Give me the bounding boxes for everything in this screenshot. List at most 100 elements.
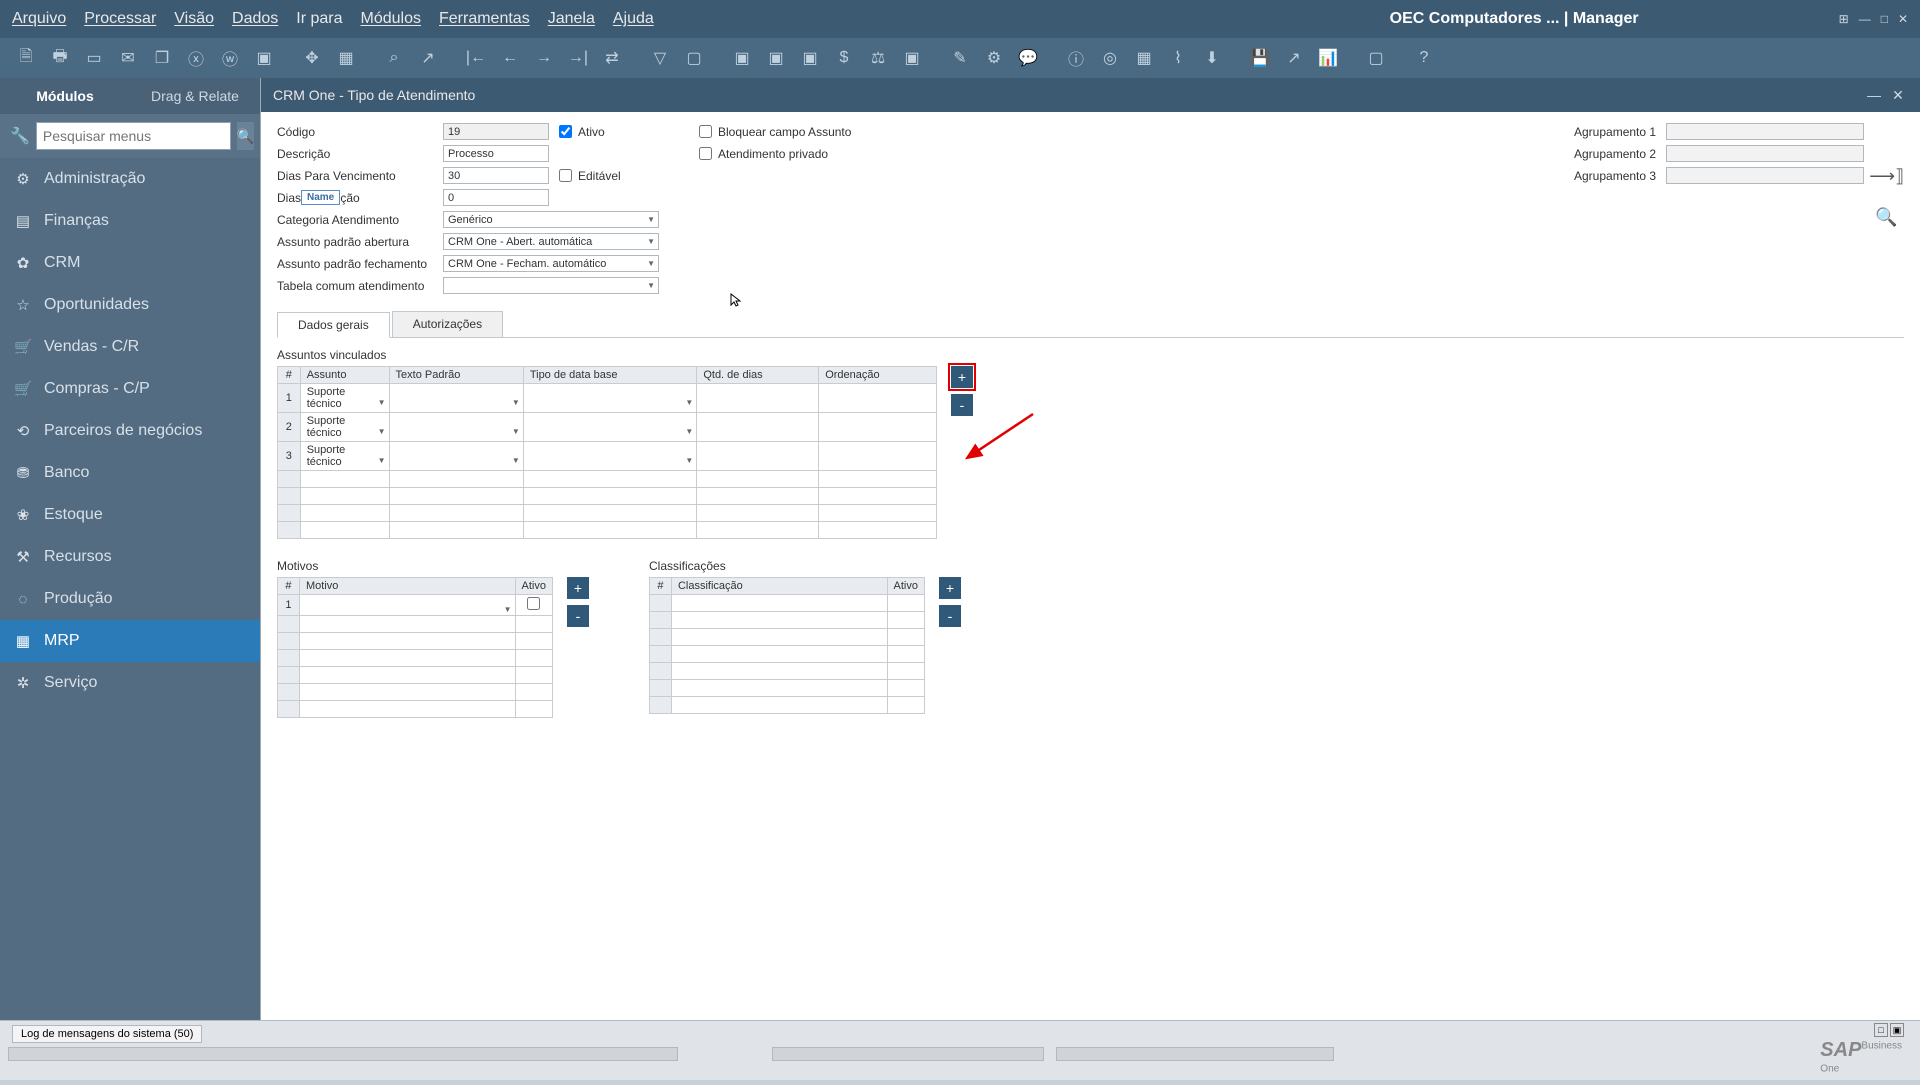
sb-icon-1[interactable]: □ <box>1874 1023 1888 1037</box>
select-assunto-abertura[interactable]: CRM One - Abert. automática <box>443 233 659 250</box>
checkbox-editavel[interactable] <box>559 169 572 182</box>
remove-classificacao-button[interactable]: - <box>939 605 961 627</box>
cell-texto[interactable] <box>389 413 523 442</box>
col-qtd-dias[interactable]: Qtd. de dias <box>697 367 819 384</box>
cell-tipo[interactable] <box>523 413 697 442</box>
add-classificacao-button[interactable]: + <box>939 577 961 599</box>
tb-first-icon[interactable]: |← <box>462 44 490 72</box>
table-row[interactable] <box>650 646 925 663</box>
table-row[interactable] <box>278 633 553 650</box>
tb-download-icon[interactable]: ⬇ <box>1198 44 1226 72</box>
cell-assunto[interactable]: Suporte técnico <box>300 442 389 471</box>
input-agrupamento2[interactable] <box>1666 145 1864 162</box>
input-dias-vencimento[interactable] <box>443 167 549 184</box>
search-input[interactable] <box>36 122 231 150</box>
tb-calc-icon[interactable]: ▦ <box>1130 44 1158 72</box>
tb-refresh-icon[interactable]: ⇄ <box>598 44 626 72</box>
checkbox-atendimento-privado[interactable] <box>699 147 712 160</box>
col-assunto[interactable]: Assunto <box>300 367 389 384</box>
input-dias[interactable] <box>443 189 549 206</box>
minimize-icon[interactable]: — <box>1864 85 1884 105</box>
close-icon[interactable]: ✕ <box>1888 85 1908 105</box>
col-tipo-data[interactable]: Tipo de data base <box>523 367 697 384</box>
table-row[interactable] <box>278 684 553 701</box>
tb-chart-icon[interactable]: 📊 <box>1314 44 1342 72</box>
tb-print-icon[interactable]: 🖶 <box>46 44 74 72</box>
close-icon[interactable]: ✕ <box>1898 12 1908 26</box>
tb-tree-icon[interactable]: ⌇ <box>1164 44 1192 72</box>
sidD-item-recursos[interactable]: ⚒Recursos <box>0 536 260 578</box>
tb-next-icon[interactable]: → <box>530 44 558 72</box>
menu-dados[interactable]: Dados <box>232 10 278 28</box>
table-row[interactable] <box>278 505 937 522</box>
cell-assunto[interactable]: Suporte técnico <box>300 413 389 442</box>
add-assunto-button[interactable]: + <box>951 366 973 388</box>
wrench-icon[interactable]: 🔧 <box>10 126 30 146</box>
menu-visao[interactable]: Visão <box>174 10 214 28</box>
sidebar-item-banco[interactable]: ⛃Banco <box>0 452 260 494</box>
remove-motivo-button[interactable]: - <box>567 605 589 627</box>
table-row[interactable]: 1 <box>278 595 553 616</box>
tb-save-icon[interactable]: 💾 <box>1246 44 1274 72</box>
cell-ord[interactable] <box>819 413 937 442</box>
col-ordenacao[interactable]: Ordenação <box>819 367 937 384</box>
minimize-icon[interactable]: — <box>1859 12 1871 26</box>
tb-doc2-icon[interactable]: ▣ <box>762 44 790 72</box>
tb-word-icon[interactable]: ⓦ <box>216 44 244 72</box>
cell-tipo[interactable] <box>523 384 697 413</box>
maximize-icon[interactable]: □ <box>1881 12 1888 26</box>
tb-preview-icon[interactable]: ▭ <box>80 44 108 72</box>
tb-new-icon[interactable]: 🗎 <box>12 44 40 72</box>
tb-chat-icon[interactable]: 💬 <box>1014 44 1042 72</box>
table-row[interactable] <box>650 697 925 714</box>
cell-motivo[interactable] <box>299 595 515 616</box>
tb-browser-icon[interactable]: ▢ <box>1362 44 1390 72</box>
menu-irpara[interactable]: Ir para <box>296 10 342 28</box>
input-descricao[interactable] <box>443 145 549 162</box>
checkbox-ativo[interactable] <box>559 125 572 138</box>
tb-export-icon[interactable]: ↗ <box>414 44 442 72</box>
remove-assunto-button[interactable]: - <box>951 394 973 416</box>
menu-ajuda[interactable]: Ajuda <box>613 10 654 28</box>
table-row[interactable] <box>278 488 937 505</box>
tb-find-icon[interactable]: ⌕ <box>380 44 408 72</box>
tb-doc4-icon[interactable]: ▣ <box>898 44 926 72</box>
tb-filter-icon[interactable]: ▽ <box>646 44 674 72</box>
table-row[interactable] <box>650 680 925 697</box>
tb-doc3-icon[interactable]: ▣ <box>796 44 824 72</box>
tb-select-icon[interactable]: ▢ <box>680 44 708 72</box>
tb-copy-icon[interactable]: ❐ <box>148 44 176 72</box>
checkbox-bloquear-assunto[interactable] <box>699 125 712 138</box>
table-row[interactable] <box>278 522 937 539</box>
input-agrupamento3[interactable] <box>1666 167 1864 184</box>
sidebar-item-mrp[interactable]: ▦MRP <box>0 620 260 662</box>
tb-prev-icon[interactable]: ← <box>496 44 524 72</box>
tab-autorizacoes[interactable]: Autorizações <box>392 311 503 337</box>
tb-help-icon[interactable]: ? <box>1410 44 1438 72</box>
sidebar-item-servico[interactable]: ✲Serviço <box>0 662 260 704</box>
tab-modulos[interactable]: Módulos <box>0 80 130 112</box>
table-row[interactable]: 2Suporte técnico <box>278 413 937 442</box>
tab-drag-relate[interactable]: Drag & Relate <box>130 80 260 112</box>
tb-last-icon[interactable]: →| <box>564 44 592 72</box>
tb-excel-icon[interactable]: ⓧ <box>182 44 210 72</box>
table-row[interactable] <box>278 701 553 718</box>
table-row[interactable]: 1Suporte técnico <box>278 384 937 413</box>
menu-janela[interactable]: Janela <box>548 10 595 28</box>
col-ativo[interactable]: Ativo <box>515 578 552 595</box>
table-row[interactable] <box>650 595 925 612</box>
cell-qtd[interactable] <box>697 384 819 413</box>
input-codigo[interactable] <box>443 123 549 140</box>
menu-modulos[interactable]: Módulos <box>361 10 421 28</box>
table-row[interactable] <box>278 650 553 667</box>
col-classificacao[interactable]: Classificação <box>671 578 887 595</box>
table-row[interactable] <box>650 612 925 629</box>
cell-tipo[interactable] <box>523 442 697 471</box>
cell-texto[interactable] <box>389 442 523 471</box>
add-motivo-button[interactable]: + <box>567 577 589 599</box>
tb-pdf-icon[interactable]: ▣ <box>250 44 278 72</box>
search-button[interactable]: 🔍 <box>237 122 254 150</box>
tb-disk-icon[interactable]: ◎ <box>1096 44 1124 72</box>
table-row[interactable] <box>278 471 937 488</box>
cell-qtd[interactable] <box>697 413 819 442</box>
